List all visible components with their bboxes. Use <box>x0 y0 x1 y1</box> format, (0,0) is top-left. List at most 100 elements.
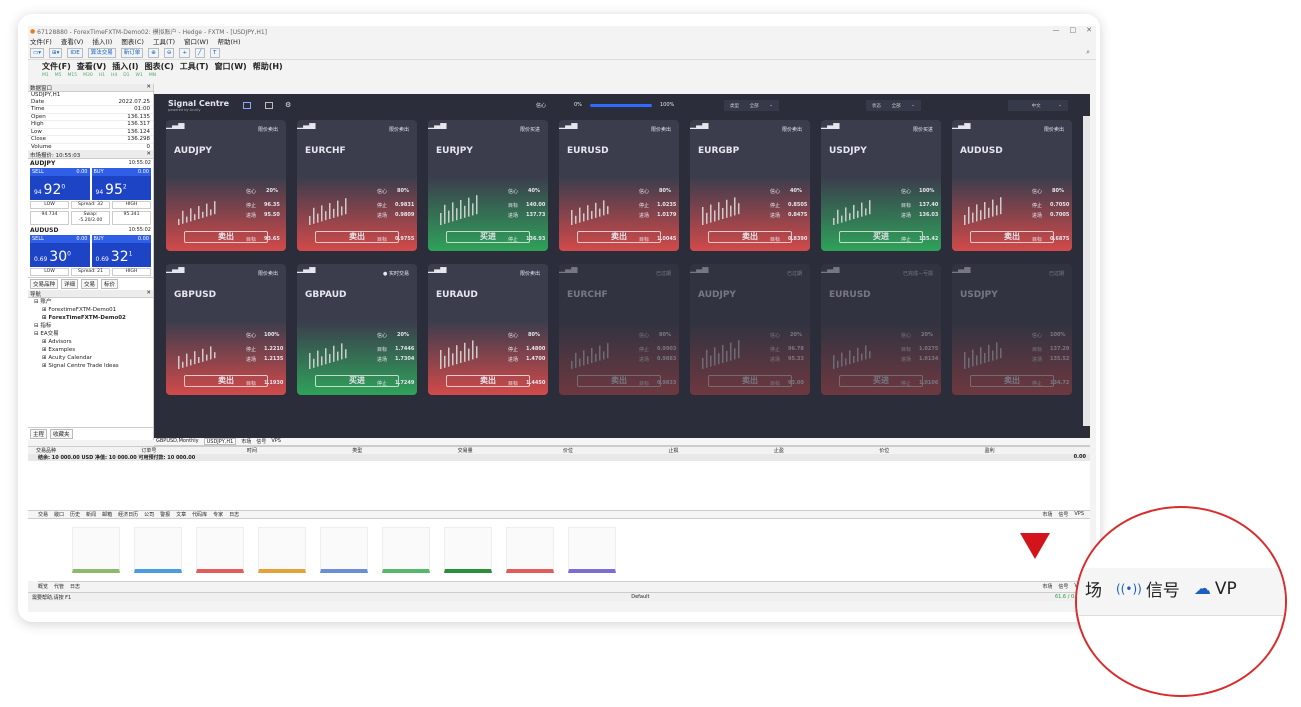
settings-icon[interactable]: ⚙ <box>285 101 291 109</box>
terminal-tab[interactable]: 敞口 <box>54 511 64 518</box>
menu-item[interactable]: 查看(V) <box>77 61 107 72</box>
signal-card[interactable]: ▁▃▅ 限价卖出 EURCHF 信心 80% 停止 0.9831 进场 0.9809 目标 0.97… <box>297 120 417 251</box>
tab[interactable]: 标价 <box>101 279 119 289</box>
tab[interactable]: 交易品种 <box>30 279 59 289</box>
signal-card[interactable]: ▁▃▅ 限价卖出 AUDUSD 信心 80% 停止 0.7050 进场 0.7005 目标 0.68… <box>952 120 1072 251</box>
trade-button[interactable]: 卖出 <box>446 375 530 387</box>
menu-item[interactable]: 窗口(W) <box>215 61 247 72</box>
market-tab[interactable]: 代管 <box>54 583 64 590</box>
chart-tab[interactable]: VPS <box>271 438 281 445</box>
signal-card[interactable]: ▁▃▅ 已完成—亏损 EURUSD 信心 20% 目标 1.0275 进场 1.0134 停止 1.… <box>821 264 941 395</box>
navigator-item[interactable]: ⊟ 账户 <box>28 298 153 306</box>
line-tool-icon[interactable]: ╱ <box>195 47 206 58</box>
timeframe-button[interactable]: MN <box>149 73 156 78</box>
close-icon[interactable]: ✕ <box>146 290 151 297</box>
terminal-tab[interactable]: 专家 <box>213 511 223 518</box>
signal-card[interactable]: ▁▃▅ 已过期 AUDJPY 信心 20% 停止 96.78 进场 95.33 目标 93.00 卖出 <box>690 264 810 395</box>
confidence-slider[interactable] <box>590 104 652 107</box>
market-product-thumbnail[interactable] <box>196 527 244 573</box>
search-icon[interactable]: ⌕ <box>1086 48 1090 57</box>
trade-button[interactable]: 卖出 <box>577 231 661 243</box>
close-icon[interactable]: ✕ <box>146 84 151 91</box>
signal-card[interactable]: ▁▃▅ 限价卖出 EURGBP 信心 40% 停止 0.8505 进场 0.8475 目标 0.83… <box>690 120 810 251</box>
signal-card[interactable]: ▁▃▅ 已过期 USDJPY 信心 100% 目标 137.29 进场 135.52 停止 134.… <box>952 264 1072 395</box>
terminal-tab[interactable]: 经济日历 <box>118 511 138 518</box>
market-product-thumbnail[interactable] <box>382 527 430 573</box>
menu-item[interactable]: 文件(F) <box>30 36 52 46</box>
trade-button[interactable]: 卖出 <box>708 375 792 387</box>
market-product-thumbnail[interactable] <box>258 527 306 573</box>
trade-button[interactable]: 卖出 <box>315 231 399 243</box>
quick-link[interactable]: 信号 <box>1058 511 1068 518</box>
new-chart-button[interactable]: ▭▾ <box>30 47 44 58</box>
timeframe-button[interactable]: H1 <box>99 73 105 78</box>
quick-link[interactable]: 信号 <box>1058 583 1068 590</box>
new-order-button[interactable]: 新订单 <box>120 47 144 58</box>
menu-item[interactable]: 帮助(H) <box>218 36 241 46</box>
menu-item[interactable]: 插入(I) <box>112 61 138 72</box>
zoom-out-icon[interactable]: ⊖ <box>163 47 175 58</box>
trade-button[interactable]: 卖出 <box>577 375 661 387</box>
trade-button[interactable]: 卖出 <box>184 231 268 243</box>
navigator-item[interactable]: ⊞ ForextimeFXTM-Demo01 <box>28 306 153 314</box>
navigator-item[interactable]: ⊞ Examples <box>28 346 153 354</box>
trade-button[interactable]: 卖出 <box>970 375 1054 387</box>
tab[interactable]: 详细 <box>61 279 79 289</box>
timeframe-button[interactable]: M5 <box>55 73 62 78</box>
chart-tab[interactable]: USDJPY,H1 <box>203 438 237 445</box>
profiles-button[interactable]: ⊞▾ <box>48 47 63 58</box>
grid-view-icon[interactable] <box>243 101 252 109</box>
tab[interactable]: 收藏夹 <box>50 429 73 439</box>
signal-card[interactable]: ▁▃▅ ● 实时交易 GBPAUD 信心 20% 目标 1.7446 进场 1.7304 停止 1.… <box>297 264 417 395</box>
terminal-tab[interactable]: 新闻 <box>86 511 96 518</box>
chart-tab[interactable]: 信号 <box>256 438 266 445</box>
menu-item[interactable]: 窗口(W) <box>184 36 209 46</box>
terminal-tab[interactable]: 文章 <box>176 511 186 518</box>
market-watch-symbol[interactable]: AUDUSD 10:55:02 <box>28 226 153 235</box>
sell-button[interactable]: SELL 0.00 94 920 <box>30 168 90 200</box>
list-view-icon[interactable] <box>265 101 274 109</box>
buy-button[interactable]: BUY 0.00 94 952 <box>91 168 151 200</box>
market-product-thumbnail[interactable] <box>506 527 554 573</box>
close-icon[interactable]: ✕ <box>146 151 151 158</box>
signal-card[interactable]: ▁▃▅ 限价买进 USDJPY 信心 100% 目标 137.40 进场 136.03 停止 135… <box>821 120 941 251</box>
tab[interactable]: 交易 <box>81 279 99 289</box>
timeframe-button[interactable]: D1 <box>123 73 129 78</box>
auto-trade-button[interactable]: 算法交易 <box>87 47 116 58</box>
zoom-signal-link[interactable]: ((•)) 信号 <box>1116 576 1180 601</box>
vertical-scrollbar[interactable] <box>1083 116 1090 426</box>
timeframe-button[interactable]: W1 <box>136 73 143 78</box>
navigator-item[interactable]: ⊞ ForexTimeFXTM-Demo02 <box>28 314 153 322</box>
timeframe-button[interactable]: M1 <box>42 73 49 78</box>
window-control-button[interactable]: ✕ <box>1086 26 1092 34</box>
zoom-in-icon[interactable]: ⊕ <box>148 47 159 58</box>
trade-button[interactable]: 买进 <box>315 375 399 387</box>
timeframe-button[interactable]: H4 <box>111 73 117 78</box>
quick-link[interactable]: VPS <box>1074 511 1084 518</box>
timeframe-button[interactable]: M15 <box>68 73 78 78</box>
navigator-item[interactable]: ⊟ 指标 <box>28 322 153 330</box>
menu-item[interactable]: 查看(V) <box>61 36 84 46</box>
quick-link[interactable]: 市场 <box>1042 583 1052 590</box>
navigator-item[interactable]: ⊞ Signal Centre Trade Ideas <box>28 362 153 370</box>
trade-button[interactable]: 买进 <box>446 231 530 243</box>
ide-button[interactable]: IDE <box>67 47 83 58</box>
timeframe-button[interactable]: M30 <box>83 73 93 78</box>
menu-item[interactable]: 工具(T) <box>180 61 209 72</box>
terminal-tab[interactable]: 历史 <box>70 511 80 518</box>
sell-button[interactable]: SELL 0.00 0.69 300 <box>30 235 90 267</box>
market-product-thumbnail[interactable] <box>444 527 492 573</box>
market-tab[interactable]: 日志 <box>70 583 80 590</box>
trade-button[interactable]: 卖出 <box>708 231 792 243</box>
navigator-item[interactable]: ⊞ Acuity Calendar <box>28 354 153 362</box>
menu-item[interactable]: 文件(F) <box>42 61 71 72</box>
menu-item[interactable]: 工具(T) <box>153 36 175 46</box>
market-product-thumbnail[interactable] <box>568 527 616 573</box>
terminal-tab[interactable]: 警报 <box>160 511 170 518</box>
trade-button[interactable]: 买进 <box>839 231 923 243</box>
market-product-thumbnail[interactable] <box>72 527 120 573</box>
menu-item[interactable]: 帮助(H) <box>253 61 283 72</box>
chart-tab[interactable]: GBPUSD,Monthly <box>156 438 199 445</box>
terminal-tab[interactable]: 日志 <box>229 511 239 518</box>
terminal-tab[interactable]: 交易 <box>38 511 48 518</box>
